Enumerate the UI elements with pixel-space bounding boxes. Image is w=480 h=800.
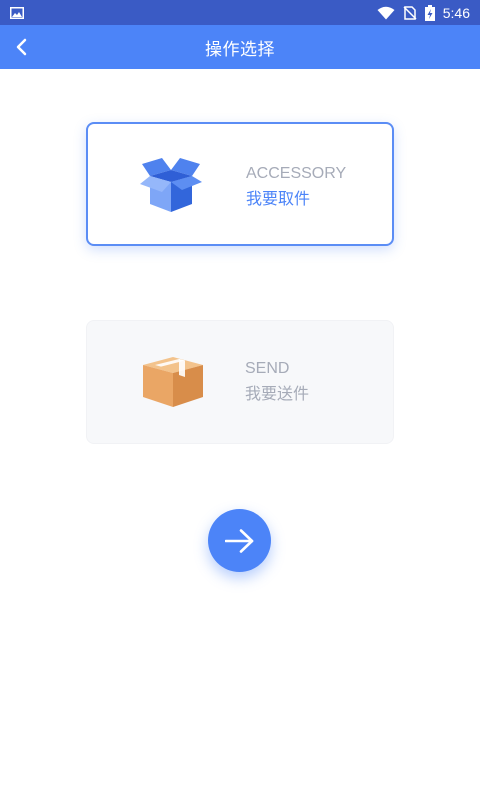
option-cn-label: 我要取件 [246, 189, 311, 208]
next-button[interactable] [208, 509, 271, 572]
option-card-accessory[interactable]: ACCESSORY 我要取件 [86, 122, 394, 246]
status-time: 5:46 [442, 4, 470, 21]
no-sim-icon [403, 5, 417, 20]
image-icon [10, 6, 24, 19]
app-bar: 操作选择 [0, 25, 480, 69]
option-en-label: ACCESSORY [246, 165, 347, 182]
card-text: SEND 我要送件 [245, 359, 309, 407]
option-card-send[interactable]: SEND 我要送件 [86, 320, 394, 444]
option-cn-label: 我要送件 [245, 384, 310, 403]
wifi-icon [377, 6, 395, 19]
option-en-label: SEND [245, 360, 290, 377]
closed-package-icon [143, 357, 203, 407]
card-text: ACCESSORY 我要取件 [246, 164, 346, 212]
battery-charging-icon [424, 4, 435, 21]
back-button[interactable] [6, 31, 38, 63]
page-title: 操作选择 [205, 39, 275, 60]
status-bar: 5:46 [0, 0, 480, 25]
open-box-icon [140, 158, 202, 212]
chevron-left-icon [16, 38, 27, 56]
arrow-right-icon [224, 528, 253, 553]
